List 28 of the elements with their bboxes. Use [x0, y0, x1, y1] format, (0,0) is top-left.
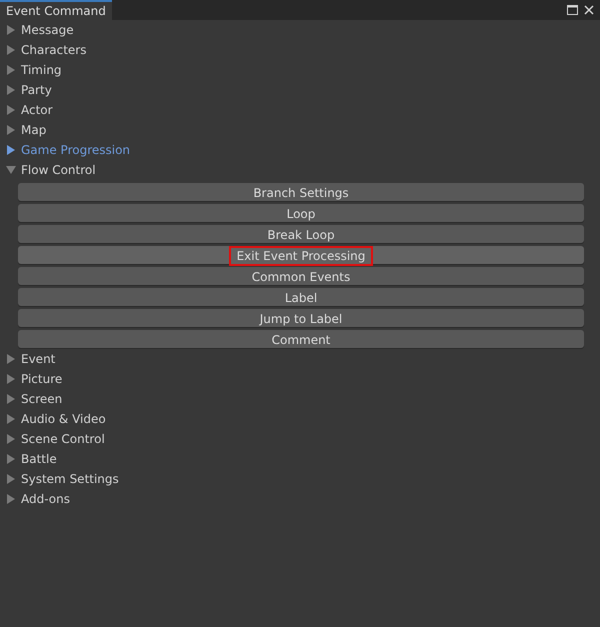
- category-item[interactable]: Game Progression: [0, 140, 600, 160]
- maximize-icon[interactable]: [567, 5, 578, 15]
- category-item[interactable]: Flow Control: [0, 160, 600, 180]
- category-item[interactable]: Message: [0, 20, 600, 40]
- command-button[interactable]: Branch Settings: [18, 183, 584, 201]
- command-button[interactable]: Label: [18, 288, 584, 306]
- command-button[interactable]: Common Events: [18, 267, 584, 285]
- close-icon[interactable]: [584, 5, 594, 15]
- category-item[interactable]: Picture: [0, 369, 600, 389]
- category-item[interactable]: System Settings: [0, 469, 600, 489]
- category-item[interactable]: Actor: [0, 100, 600, 120]
- category-item[interactable]: Map: [0, 120, 600, 140]
- command-button[interactable]: Jump to Label: [18, 309, 584, 327]
- command-button[interactable]: Comment: [18, 330, 584, 348]
- command-button[interactable]: Loop: [18, 204, 584, 222]
- category-item[interactable]: Add-ons: [0, 489, 600, 509]
- category-item[interactable]: Characters: [0, 40, 600, 60]
- command-button[interactable]: Break Loop: [18, 225, 584, 243]
- category-item[interactable]: Party: [0, 80, 600, 100]
- category-item[interactable]: Screen: [0, 389, 600, 409]
- window-tab[interactable]: Event Command: [0, 0, 112, 20]
- command-button[interactable]: Exit Event Processing: [18, 246, 584, 264]
- category-item[interactable]: Timing: [0, 60, 600, 80]
- caret-down-icon[interactable]: [6, 165, 16, 175]
- category-item[interactable]: Event: [0, 349, 600, 369]
- category-item[interactable]: Battle: [0, 449, 600, 469]
- category-item[interactable]: Audio & Video: [0, 409, 600, 429]
- category-item[interactable]: Scene Control: [0, 429, 600, 449]
